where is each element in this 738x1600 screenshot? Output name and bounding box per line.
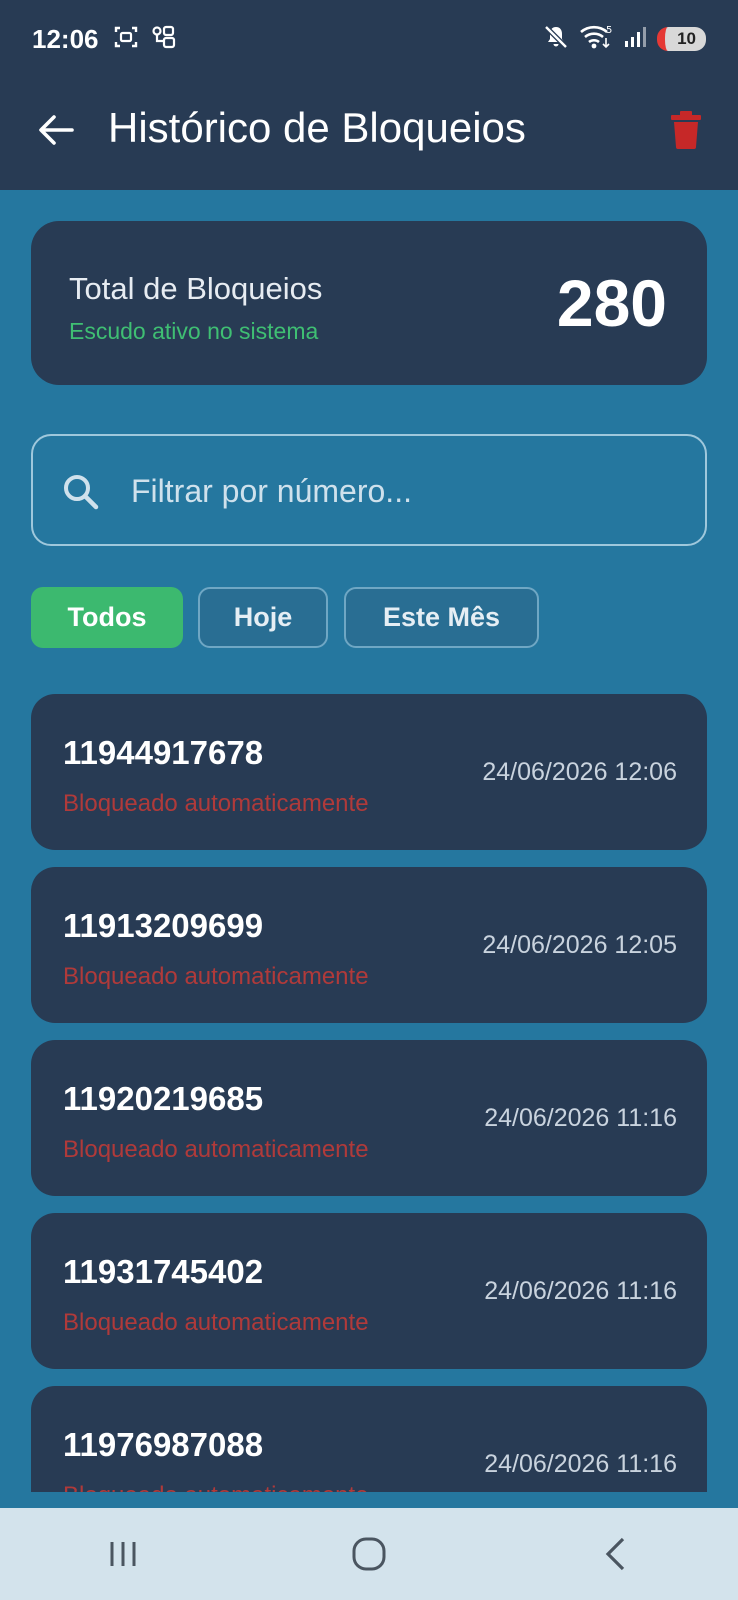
block-status: Bloqueado automaticamente: [63, 1136, 369, 1163]
status-bar: 12:06 5 10: [0, 0, 738, 78]
status-right-icons: 5 10: [543, 23, 706, 56]
block-count: 280: [556, 266, 667, 340]
status-time: 12:06: [32, 23, 99, 54]
blocked-number: 11944917678: [63, 734, 264, 771]
summary-title: Total de Bloqueios: [69, 271, 323, 306]
blocked-number: 11931745402: [63, 1253, 264, 1290]
app-bar: Histórico de Bloqueios: [0, 78, 738, 190]
chevron-left-icon: [605, 1537, 625, 1571]
blocked-list[interactable]: 11944917678 Bloqueado automaticamente 24…: [0, 690, 738, 1492]
summary-card: Total de Bloqueios Escudo ativo no siste…: [31, 221, 707, 385]
block-time: 24/06/2026 11:16: [484, 1104, 677, 1132]
mute-icon: [543, 24, 569, 55]
wifi-icon: 5: [579, 23, 613, 56]
block-status: Bloqueado automaticamente: [63, 1482, 369, 1492]
block-time: 24/06/2026 11:16: [484, 1450, 677, 1478]
list-item[interactable]: 11913209699 Bloqueado automaticamente 24…: [31, 867, 707, 1023]
battery-icon: 10: [657, 27, 706, 51]
trash-icon: [671, 111, 701, 149]
arrow-left-icon: [39, 115, 74, 145]
recent-apps-button[interactable]: [83, 1524, 163, 1584]
home-button[interactable]: [329, 1524, 409, 1584]
blocked-number: 11913209699: [63, 907, 264, 944]
block-time: 24/06/2026 12:06: [482, 758, 677, 786]
clear-history-button[interactable]: [664, 106, 708, 154]
filter-all-chip[interactable]: Todos: [31, 587, 183, 648]
blocked-number: 11920219685: [63, 1080, 264, 1117]
block-status: Bloqueado automaticamente: [63, 1309, 369, 1336]
status-left-icons: [113, 25, 177, 54]
list-item[interactable]: 11976987088 Bloqueado automaticamente 24…: [31, 1386, 707, 1492]
block-time: 24/06/2026 12:05: [482, 931, 677, 959]
list-item[interactable]: 11920219685 Bloqueado automaticamente 24…: [31, 1040, 707, 1196]
block-status: Bloqueado automaticamente: [63, 790, 369, 817]
search-icon: [64, 475, 99, 510]
block-time: 24/06/2026 11:16: [484, 1277, 677, 1305]
list-item[interactable]: 11944917678 Bloqueado automaticamente 24…: [31, 694, 707, 850]
back-button[interactable]: [34, 108, 78, 152]
home-icon: [352, 1537, 386, 1571]
page-title: Histórico de Bloqueios: [108, 104, 526, 151]
list-item[interactable]: 11931745402 Bloqueado automaticamente 24…: [31, 1213, 707, 1369]
system-nav-bar: [0, 1508, 738, 1600]
nav-back-button[interactable]: [575, 1524, 655, 1584]
filter-today-chip[interactable]: Hoje: [198, 587, 328, 648]
cast-icon: [151, 25, 177, 54]
summary-subtitle: Escudo ativo no sistema: [69, 318, 319, 344]
filter-month-chip[interactable]: Este Mês: [344, 587, 539, 648]
search-box[interactable]: [31, 434, 707, 546]
screenshot-icon: [113, 25, 139, 54]
signal-icon: [623, 25, 647, 54]
block-status: Bloqueado automaticamente: [63, 963, 369, 990]
blocked-number: 11976987088: [63, 1426, 264, 1463]
search-input[interactable]: [131, 464, 671, 518]
recent-apps-icon: [110, 1542, 136, 1566]
svg-text:5: 5: [606, 25, 612, 36]
